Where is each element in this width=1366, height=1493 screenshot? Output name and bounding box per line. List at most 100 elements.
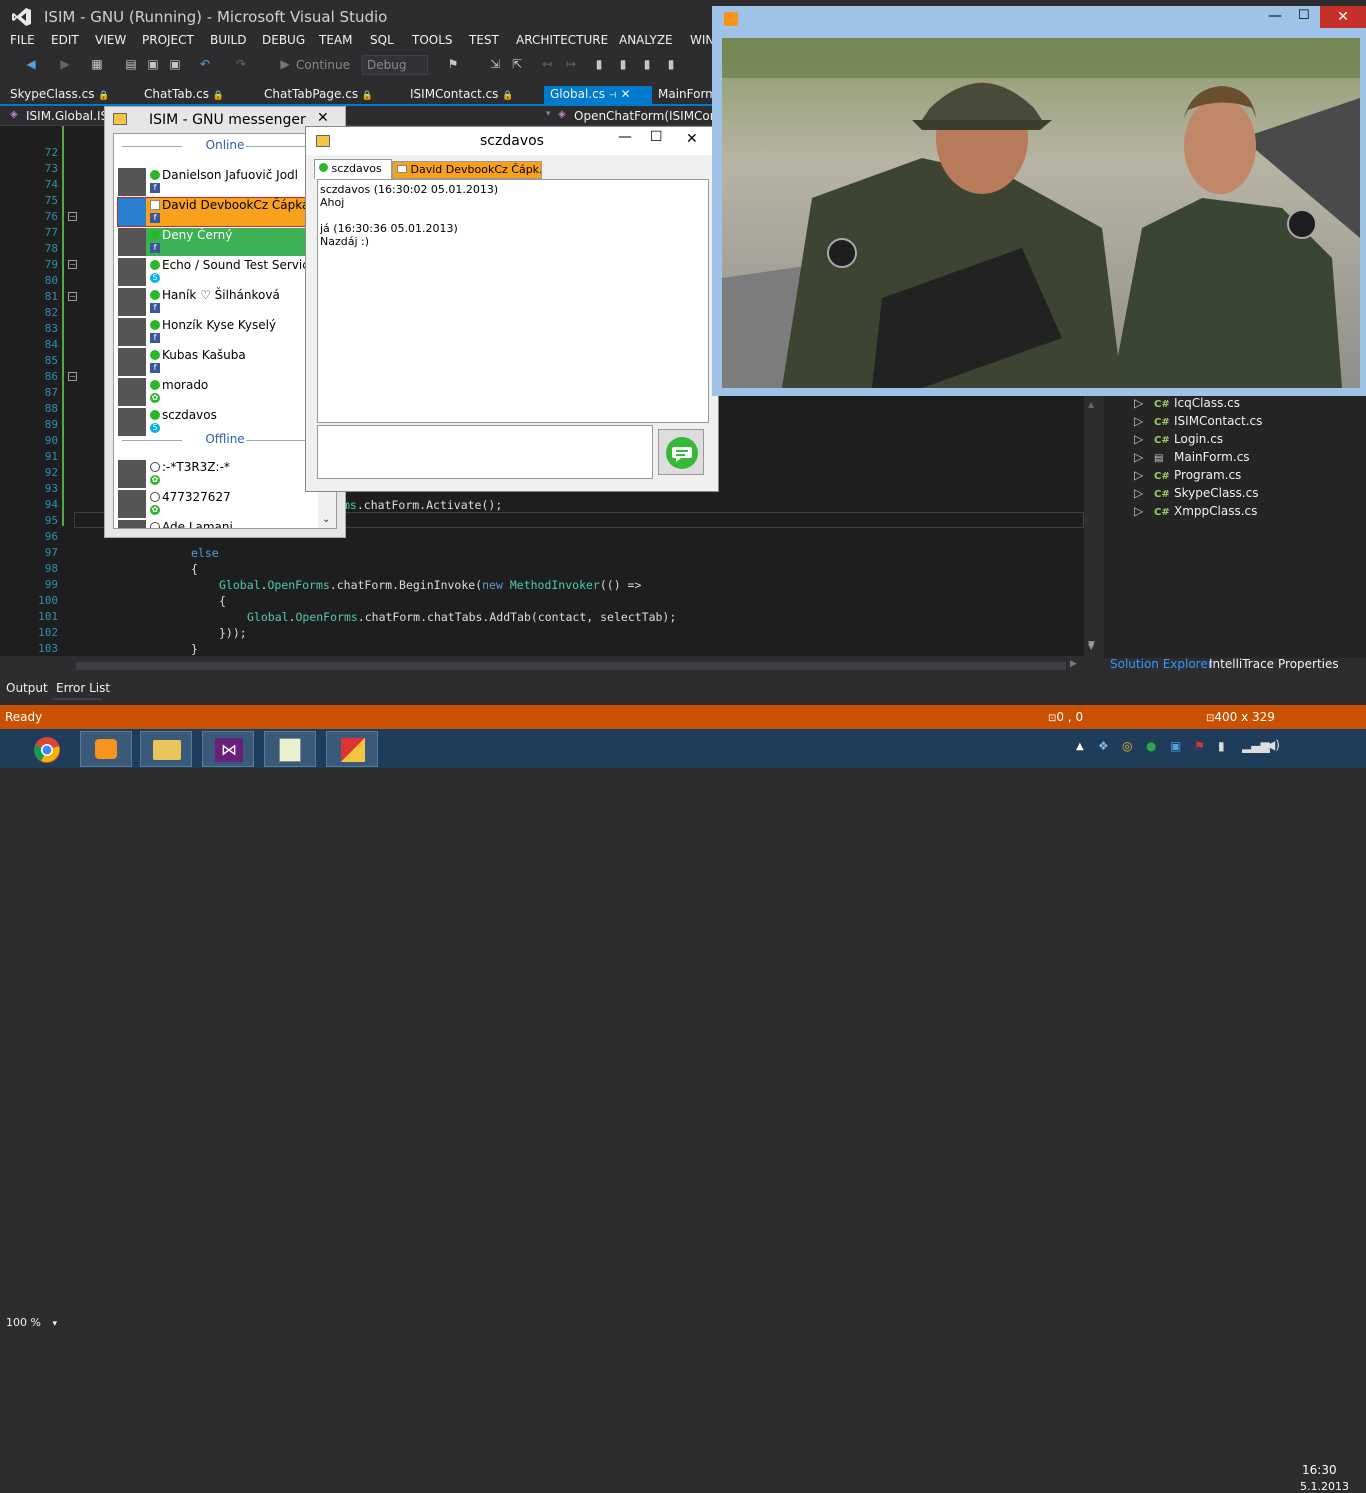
menu-edit[interactable]: EDIT <box>51 33 79 47</box>
chat-history[interactable]: sczdavos (16:30:02 05.01.2013) Ahoj já (… <box>317 179 709 423</box>
clock-date[interactable]: 5.1.2013 <box>1300 1480 1349 1493</box>
contact-list[interactable]: Online Danielson Jafuovič Jodl f David Devb… <box>113 133 337 529</box>
menu-architecture[interactable]: ARCHITECTURE <box>516 33 608 47</box>
menu-window[interactable]: WIN <box>690 33 714 47</box>
bookmark-icon[interactable]: ▮ <box>592 57 606 71</box>
contact-item[interactable]: Deny Černý f <box>118 228 306 256</box>
tab-skypeclass[interactable]: SkypeClass.cs 🔒 <box>0 86 128 104</box>
menu-tools[interactable]: TOOLS <box>412 33 453 47</box>
save-icon[interactable]: ▣ <box>146 57 160 71</box>
expand-icon[interactable]: ▷ <box>1134 414 1154 428</box>
tray-network-icon[interactable]: ▣ <box>1170 739 1181 753</box>
contact-item[interactable]: :-*T3R3Z:-* ✿ <box>118 460 306 488</box>
scroll-down-icon[interactable]: ▼ <box>1088 642 1094 651</box>
dropdown-arrow-icon[interactable]: ▾ <box>52 1319 57 1329</box>
tab-solution-explorer[interactable]: Solution Explorer <box>1110 657 1213 671</box>
chat-tab-david[interactable]: David DevbookCz Čápk... <box>392 161 542 179</box>
video-frame[interactable] <box>722 38 1360 388</box>
menu-view[interactable]: VIEW <box>95 33 126 47</box>
tray-dropbox-icon[interactable]: ❖ <box>1098 739 1109 753</box>
contact-item[interactable]: Danielson Jafuovič Jodl f <box>118 168 306 196</box>
chrome-button[interactable] <box>20 731 72 767</box>
undo-icon[interactable]: ↶ <box>198 57 212 71</box>
scroll-up-icon[interactable]: ▲ <box>1088 400 1094 409</box>
explorer-button[interactable] <box>140 731 192 767</box>
maximize-icon[interactable]: ☐ <box>1298 8 1310 23</box>
send-button[interactable] <box>658 429 704 475</box>
contact-item[interactable]: Haník ♡ Šilhánková f <box>118 288 306 316</box>
solution-item[interactable]: ▷ C# Program.cs <box>1134 468 1241 482</box>
menu-debug[interactable]: DEBUG <box>262 33 305 47</box>
contact-item[interactable]: Honzík Kyse Kyselý f <box>118 318 306 346</box>
scroll-right-icon[interactable]: ▶ <box>1070 659 1077 669</box>
visual-studio-button[interactable]: ⋈ <box>202 731 254 767</box>
tab-isimcontact[interactable]: ISIMContact.cs 🔒 <box>400 86 542 104</box>
messenger-button[interactable] <box>326 731 378 767</box>
expand-icon[interactable]: ▷ <box>1134 396 1154 410</box>
close-icon[interactable]: ✕ <box>620 87 630 101</box>
contact-item[interactable]: Kubas Kašuba f <box>118 348 306 376</box>
contact-item[interactable]: David DevbookCz Čápka f <box>117 197 309 227</box>
expand-icon[interactable]: ▷ <box>1134 432 1154 446</box>
tray-expand-icon[interactable]: ▲ <box>1076 741 1084 752</box>
bookmark-next-icon[interactable]: ▮ <box>616 57 630 71</box>
contact-item[interactable]: 477327627 ✿ <box>118 490 306 518</box>
minimize-icon[interactable]: — <box>618 129 632 145</box>
maximize-icon[interactable]: ☐ <box>650 129 663 145</box>
menu-file[interactable]: FILE <box>10 33 35 47</box>
pin-icon[interactable]: ⊣ <box>609 91 617 101</box>
forward-icon[interactable]: ▶ <box>58 57 72 71</box>
menu-build[interactable]: BUILD <box>210 33 246 47</box>
tab-chattab[interactable]: ChatTab.cs 🔒 <box>134 86 254 104</box>
minimize-icon[interactable]: — <box>1268 8 1282 24</box>
expand-icon[interactable]: ▷ <box>1134 450 1154 464</box>
config-dropdown[interactable]: Debug <box>362 55 428 75</box>
tray-battery-icon[interactable]: ▮ <box>1218 739 1225 753</box>
notepad-button[interactable] <box>264 731 316 767</box>
fold-toggle[interactable]: − <box>68 372 77 381</box>
solution-item[interactable]: ▷ C# Login.cs <box>1134 432 1223 446</box>
member-dropdown[interactable]: OpenChatForm(ISIMConta <box>574 109 729 123</box>
contact-item[interactable]: Ade Lamani <box>118 520 306 528</box>
tab-output[interactable]: Output <box>6 681 48 695</box>
solution-item[interactable]: ▷ ▤ MainForm.cs <box>1134 450 1250 464</box>
message-input[interactable] <box>317 425 653 479</box>
dropdown-arrow-icon[interactable]: ▾ <box>546 109 551 119</box>
expand-icon[interactable]: ▷ <box>1134 504 1154 518</box>
tab-properties[interactable]: Properties <box>1278 657 1339 671</box>
contact-item[interactable]: morado ✿ <box>118 378 306 406</box>
step-over-icon[interactable]: ⇱ <box>510 57 524 71</box>
close-icon[interactable]: ✕ <box>1320 6 1366 28</box>
save-all-icon[interactable]: ▣ <box>168 57 182 71</box>
continue-icon[interactable]: ▶ <box>278 57 292 71</box>
type-dropdown[interactable]: ISIM.Global.ISI <box>26 109 112 123</box>
open-icon[interactable]: ▤ <box>124 57 138 71</box>
tab-global[interactable]: Global.cs ⊣ ✕ <box>544 86 652 104</box>
menu-project[interactable]: PROJECT <box>142 33 194 47</box>
redo-icon[interactable]: ↷ <box>234 57 248 71</box>
tab-chattabpage[interactable]: ChatTabPage.cs 🔒 <box>254 86 400 104</box>
tab-intellitrace[interactable]: IntelliTrace <box>1209 657 1274 671</box>
contact-item[interactable]: Echo / Sound Test Service S <box>118 258 316 286</box>
solution-item[interactable]: ▷ C# XmppClass.cs <box>1134 504 1257 518</box>
fold-toggle[interactable]: − <box>68 260 77 269</box>
solution-item[interactable]: ▷ C# IcqClass.cs <box>1134 396 1240 410</box>
menu-test[interactable]: TEST <box>469 33 499 47</box>
zoom-level[interactable]: 100 % ▾ <box>6 1316 57 1329</box>
menu-sql[interactable]: SQL <box>370 33 394 47</box>
step-icon[interactable]: ⇲ <box>488 57 502 71</box>
tab-mainform[interactable]: MainForm <box>652 86 720 104</box>
menu-team[interactable]: TEAM <box>319 33 352 47</box>
expand-icon[interactable]: ▷ <box>1134 486 1154 500</box>
tray-app-icon[interactable]: ● <box>1146 739 1156 753</box>
close-icon[interactable]: ✕ <box>686 131 698 147</box>
tool-icon[interactable]: ⚑ <box>446 57 460 71</box>
bookmark-prev-icon[interactable]: ▮ <box>640 57 654 71</box>
bookmark-clear-icon[interactable]: ▮ <box>664 57 678 71</box>
menu-analyze[interactable]: ANALYZE <box>619 33 673 47</box>
solution-item[interactable]: ▷ C# ISIMContact.cs <box>1134 414 1262 428</box>
nav-icon[interactable]: ↤ <box>540 57 554 71</box>
fold-toggle[interactable]: − <box>68 292 77 301</box>
tray-flag-icon[interactable]: ⚑ <box>1194 739 1205 753</box>
new-project-icon[interactable]: ▦ <box>90 57 104 71</box>
